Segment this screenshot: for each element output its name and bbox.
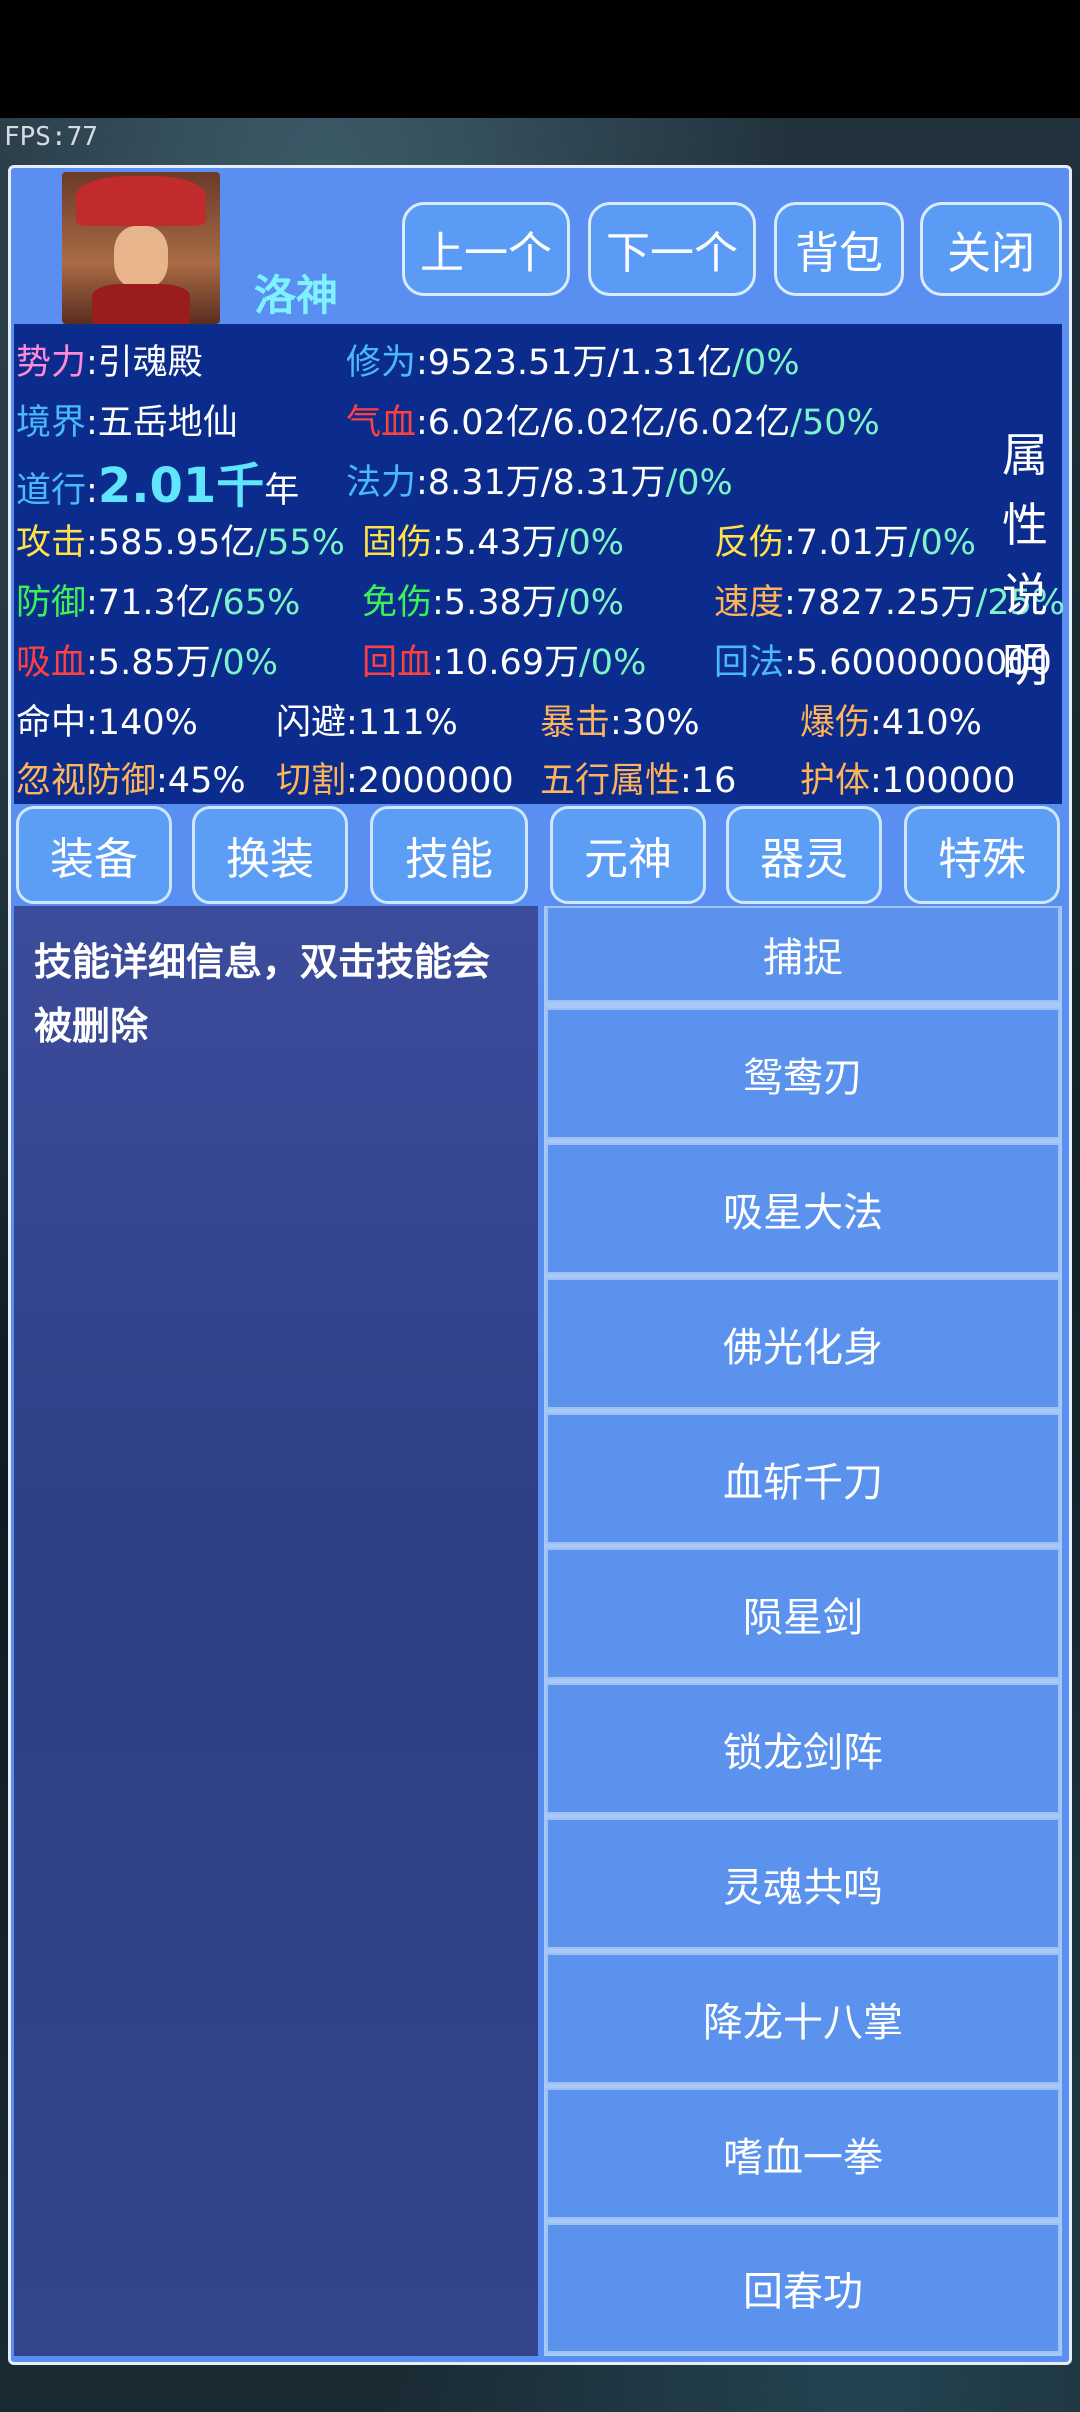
attribute-description-button[interactable]: 属 性 说 明 xyxy=(1000,420,1050,700)
stat-hp: 气血:6.02亿/6.02亿/6.02亿/50% xyxy=(346,403,880,443)
stat-element: 五行属性:16 xyxy=(540,761,737,801)
bag-button[interactable]: 背包 xyxy=(774,202,904,296)
close-button[interactable]: 关闭 xyxy=(920,202,1062,296)
stat-dodge: 闪避:111% xyxy=(276,703,458,743)
stat-attack: 攻击:585.95亿/55% xyxy=(16,523,345,563)
prev-button[interactable]: 上一个 xyxy=(402,202,570,296)
tab-artifact-spirit[interactable]: 器灵 xyxy=(726,806,882,904)
skill-item[interactable]: 吸星大法 xyxy=(546,1143,1060,1274)
status-bar xyxy=(0,0,1080,118)
stat-cut: 切割:2000000 xyxy=(276,761,514,801)
next-button[interactable]: 下一个 xyxy=(588,202,756,296)
skill-item[interactable]: 佛光化身 xyxy=(546,1278,1060,1409)
skill-info-pane xyxy=(14,906,538,2356)
tab-spirit[interactable]: 元神 xyxy=(550,806,706,904)
skill-item[interactable]: 嗜血一拳 xyxy=(546,2088,1060,2219)
fps-counter: FPS:77 xyxy=(4,122,98,152)
skill-info-text: 技能详细信息，双击技能会被删除 xyxy=(34,940,491,1048)
stat-cultivation: 修为:9523.51万/1.31亿/0% xyxy=(346,343,800,383)
stat-defense: 防御:71.3亿/65% xyxy=(16,583,301,623)
character-name: 洛神 xyxy=(254,271,339,320)
stat-hit: 命中:140% xyxy=(16,703,198,743)
tab-skills[interactable]: 技能 xyxy=(370,806,528,904)
stat-lifesteal: 吸血:5.85万/0% xyxy=(16,643,279,683)
stat-dao: 道行:2.01千年 xyxy=(16,458,300,514)
stat-ignore-defense: 忽视防御:45% xyxy=(16,761,246,801)
stat-shield: 护体:100000 xyxy=(800,761,1016,801)
skill-item[interactable]: 回春功 xyxy=(546,2223,1060,2353)
stat-fixed-damage: 固伤:5.43万/0% xyxy=(362,523,625,563)
skill-item[interactable]: 血斩千刀 xyxy=(546,1413,1060,1544)
stat-mana: 法力:8.31万/8.31万/0% xyxy=(346,463,733,503)
stat-realm: 境界:五岳地仙 xyxy=(16,403,238,443)
stat-crit-damage: 爆伤:410% xyxy=(800,703,982,743)
stat-crit: 暴击:30% xyxy=(540,703,700,743)
tab-change-outfit[interactable]: 换装 xyxy=(192,806,348,904)
skill-item[interactable]: 灵魂共鸣 xyxy=(546,1818,1060,1949)
tab-special[interactable]: 特殊 xyxy=(904,806,1060,904)
skill-item[interactable]: 捕捉 xyxy=(546,906,1060,1002)
tab-equipment[interactable]: 装备 xyxy=(16,806,172,904)
stat-regen: 回血:10.69万/0% xyxy=(362,643,647,683)
stat-reflect: 反伤:7.01万/0% xyxy=(714,523,977,563)
stat-faction: 势力:引魂殿 xyxy=(16,343,203,383)
skill-item[interactable]: 陨星剑 xyxy=(546,1548,1060,1679)
stat-immune: 免伤:5.38万/0% xyxy=(362,583,625,623)
skill-item[interactable]: 降龙十八掌 xyxy=(546,1953,1060,2084)
character-avatar xyxy=(62,172,220,324)
skill-item[interactable]: 鸳鸯刃 xyxy=(546,1008,1060,1139)
skill-item[interactable]: 锁龙剑阵 xyxy=(546,1683,1060,1814)
